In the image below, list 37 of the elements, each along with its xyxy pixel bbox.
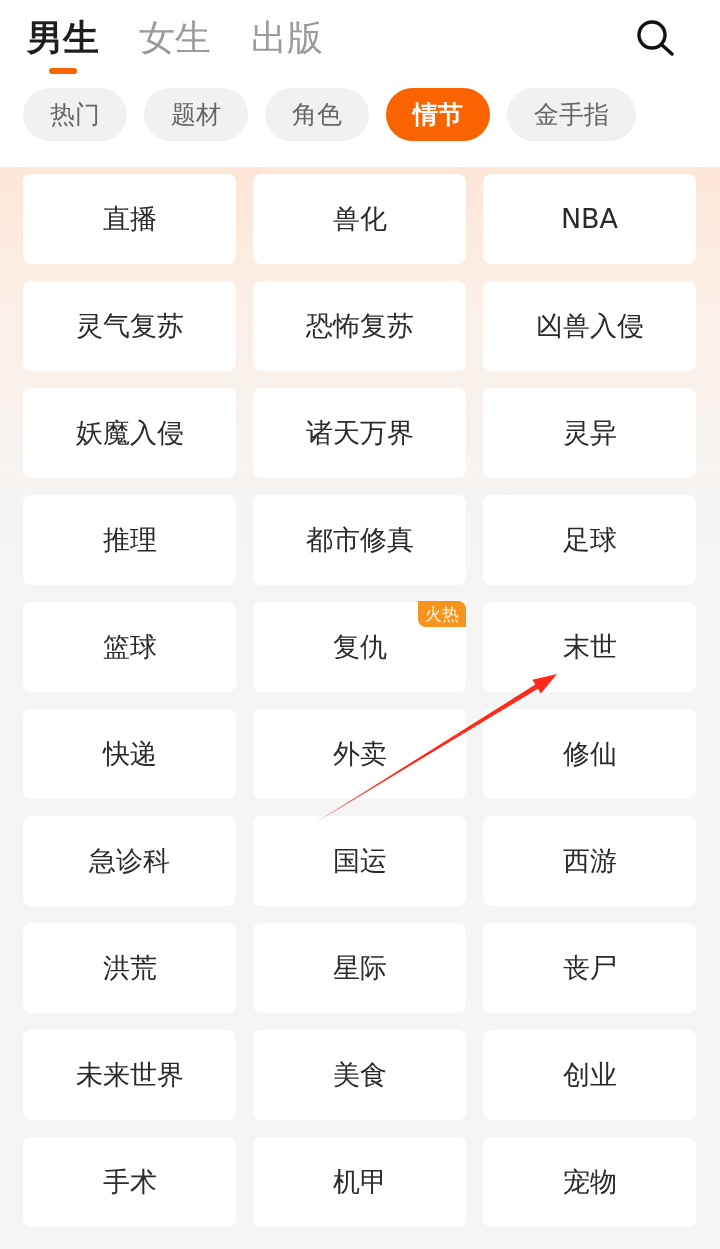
tag-button[interactable]: 外卖 bbox=[253, 709, 466, 799]
category-chip[interactable]: 金手指 bbox=[507, 88, 636, 141]
tag-button[interactable]: 灵异 bbox=[483, 388, 696, 478]
tag-button[interactable]: 足球 bbox=[483, 495, 696, 585]
tag-button[interactable]: 末世 bbox=[483, 602, 696, 692]
tag-button[interactable]: 洪荒 bbox=[23, 923, 236, 1013]
tag-button[interactable]: 推理 bbox=[23, 495, 236, 585]
section-tab[interactable]: 男生 bbox=[27, 14, 99, 76]
tag-button[interactable]: 都市修真 bbox=[253, 495, 466, 585]
tag-button[interactable]: 兽化 bbox=[253, 174, 466, 264]
tag-button[interactable]: 复仇 火热 bbox=[253, 602, 466, 692]
tag-button[interactable]: 修仙 bbox=[483, 709, 696, 799]
tag-button[interactable]: 快递 bbox=[23, 709, 236, 799]
tag-button[interactable]: NBA bbox=[483, 174, 696, 264]
tag-button[interactable]: 篮球 bbox=[23, 602, 236, 692]
tag-button[interactable]: 诸天万界 bbox=[253, 388, 466, 478]
tag-button[interactable]: 灵气复苏 bbox=[23, 281, 236, 371]
tag-button[interactable]: 恐怖复苏 bbox=[253, 281, 466, 371]
hot-badge: 火热 bbox=[418, 601, 466, 627]
tag-button[interactable]: 国运 bbox=[253, 816, 466, 906]
tag-button[interactable]: 西游 bbox=[483, 816, 696, 906]
tag-button[interactable]: 丧尸 bbox=[483, 923, 696, 1013]
tag-button[interactable]: 凶兽入侵 bbox=[483, 281, 696, 371]
tag-button[interactable]: 美食 bbox=[253, 1030, 466, 1120]
category-chip[interactable]: 角色 bbox=[265, 88, 369, 141]
tag-button[interactable]: 急诊科 bbox=[23, 816, 236, 906]
category-chip[interactable]: 热门 bbox=[23, 88, 127, 141]
category-chip[interactable]: 题材 bbox=[144, 88, 248, 141]
tag-button[interactable]: 妖魔入侵 bbox=[23, 388, 236, 478]
tag-button[interactable]: 手术 bbox=[23, 1137, 236, 1227]
tag-button[interactable]: 直播 bbox=[23, 174, 236, 264]
tag-button[interactable]: 机甲 bbox=[253, 1137, 466, 1227]
tag-button[interactable]: 未来世界 bbox=[23, 1030, 236, 1120]
tag-button[interactable]: 宠物 bbox=[483, 1137, 696, 1227]
tag-button[interactable]: 创业 bbox=[483, 1030, 696, 1120]
search-icon[interactable] bbox=[636, 19, 674, 57]
tag-button[interactable]: 星际 bbox=[253, 923, 466, 1013]
